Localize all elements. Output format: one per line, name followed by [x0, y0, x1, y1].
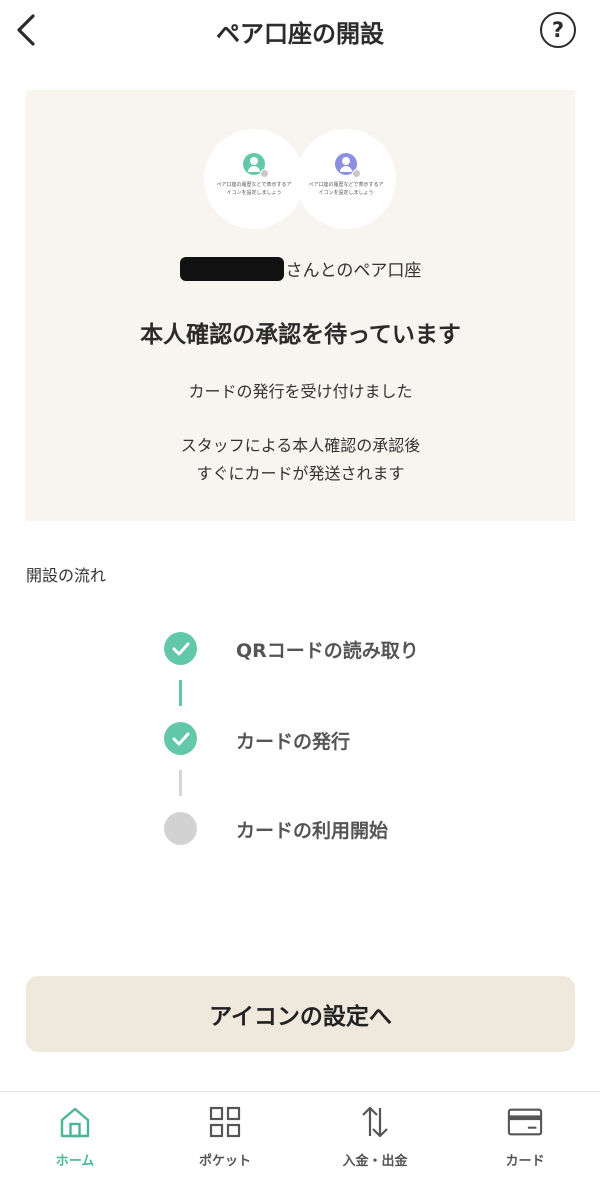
avatar-hint-text: ペア口座の履歴などで表示するアイコンを設定しましょう — [216, 182, 292, 196]
header: ペア口座の開設 ? — [0, 0, 600, 62]
bottom-nav: ホーム ポケット 入金・出金 カード — [0, 1091, 600, 1179]
nav-item-deposit-withdraw[interactable]: 入金・出金 — [300, 1092, 450, 1179]
help-button[interactable]: ? — [540, 12, 576, 48]
flow-title: 開設の流れ — [26, 566, 107, 585]
nav-item-home[interactable]: ホーム — [0, 1092, 150, 1179]
help-icon: ? — [551, 18, 565, 42]
nav-label: 入金・出金 — [342, 1154, 408, 1169]
step-complete-icon — [164, 632, 197, 665]
person-icon — [243, 153, 269, 178]
transfer-arrows-icon — [357, 1104, 393, 1140]
step-complete-icon — [164, 722, 197, 755]
home-icon — [57, 1104, 93, 1140]
step-label: QRコードの読み取り — [236, 640, 419, 662]
step-label: カードの発行 — [236, 731, 351, 753]
person-icon — [335, 153, 361, 178]
step-connector — [179, 680, 182, 706]
nav-item-pocket[interactable]: ポケット — [150, 1092, 300, 1179]
partner-account-line: さんとのペア口座 — [26, 256, 575, 281]
status-detail-line: すぐにカードが発送されます — [196, 464, 405, 483]
own-avatar-placeholder: ペア口座の履歴などで表示するアイコンを設定しましょう — [204, 129, 304, 229]
nav-label: カード — [505, 1154, 545, 1169]
status-message: カードの発行を受け付けました — [188, 382, 413, 401]
status-card: ペア口座の履歴などで表示するアイコンを設定しましょう ペア口座の履歴などで表示す… — [26, 90, 575, 521]
step-label: カードの利用開始 — [236, 820, 389, 842]
step-pending-icon — [164, 812, 197, 845]
back-button[interactable] — [8, 8, 44, 52]
icon-settings-button[interactable]: アイコンの設定へ — [26, 976, 575, 1052]
status-detail-line: スタッフによる本人確認の承認後 — [180, 436, 421, 455]
card-icon — [507, 1104, 543, 1140]
grid-icon — [207, 1104, 243, 1140]
nav-label: ホーム — [55, 1154, 95, 1169]
avatar-hint-text: ペア口座の履歴などで表示するアイコンを設定しましょう — [308, 182, 384, 196]
status-heading: 本人確認の承認を待っています — [140, 322, 461, 348]
chevron-left-icon — [17, 14, 35, 46]
page-title: ペア口座の開設 — [216, 20, 384, 48]
nav-label: ポケット — [198, 1154, 251, 1169]
partner-avatar-placeholder: ペア口座の履歴などで表示するアイコンを設定しましょう — [296, 129, 396, 229]
redacted-name — [179, 256, 284, 281]
nav-item-card[interactable]: カード — [450, 1092, 600, 1179]
partner-suffix: さんとのペア口座 — [285, 261, 422, 281]
step-connector — [179, 770, 182, 796]
